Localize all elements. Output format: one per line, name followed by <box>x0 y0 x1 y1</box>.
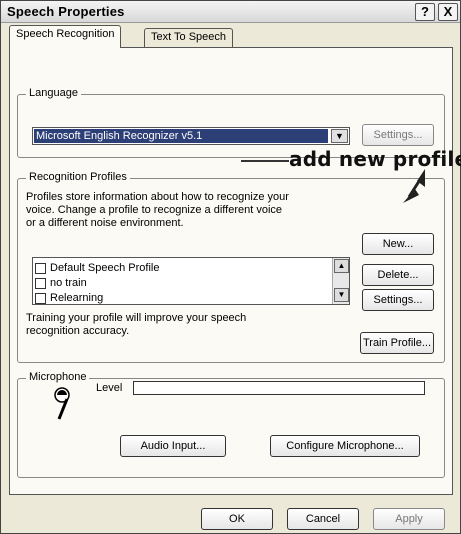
speech-properties-dialog: Speech Properties ? X Speech Recognition… <box>0 0 461 534</box>
microphone-icon <box>54 387 70 420</box>
cancel-button[interactable]: Cancel <box>287 508 359 530</box>
profile-checkbox[interactable] <box>35 292 46 304</box>
annotation-line <box>241 160 289 162</box>
profile-checkbox[interactable] <box>35 262 46 274</box>
tab-panel: Language Microsoft English Recognizer v5… <box>9 47 453 495</box>
apply-button[interactable]: Apply <box>373 508 445 530</box>
ok-button[interactable]: OK <box>201 508 273 530</box>
title-bar[interactable]: Speech Properties ? X <box>1 1 460 23</box>
configure-microphone-button[interactable]: Configure Microphone... <box>270 435 420 457</box>
annotation-label: add new profile <box>289 147 461 171</box>
new-profile-button[interactable]: New... <box>362 233 434 255</box>
microphone-group-label: Microphone <box>26 371 90 383</box>
help-button[interactable]: ? <box>415 3 435 21</box>
selected-engine: Microsoft English Recognizer v5.1 <box>34 129 328 143</box>
level-label: Level <box>96 382 123 394</box>
help-icon: ? <box>421 4 429 19</box>
list-item[interactable]: Default Speech Profile <box>35 261 325 276</box>
profile-settings-button[interactable]: Settings... <box>362 289 434 311</box>
microphone-level-meter <box>133 381 425 395</box>
profiles-description: Profiles store information about how to … <box>26 191 289 229</box>
recognition-profiles-group: Recognition Profiles Profiles store info… <box>17 171 445 363</box>
close-icon: X <box>443 4 453 19</box>
delete-profile-button[interactable]: Delete... <box>362 264 434 286</box>
profile-checkbox[interactable] <box>35 277 46 289</box>
list-item[interactable]: Relearning <box>35 291 325 304</box>
profiles-group-label: Recognition Profiles <box>26 171 130 183</box>
window-title: Speech Properties <box>7 4 125 19</box>
scroll-up-icon[interactable]: ▲ <box>334 259 349 273</box>
language-group-label: Language <box>26 87 81 99</box>
chevron-down-icon[interactable]: ▼ <box>331 129 348 143</box>
scroll-down-icon[interactable]: ▼ <box>334 288 349 302</box>
tab-text-to-speech[interactable]: Text To Speech <box>144 28 234 48</box>
language-engine-select[interactable]: Microsoft English Recognizer v5.1 ▼ <box>32 127 350 145</box>
close-button[interactable]: X <box>438 3 458 21</box>
profiles-list[interactable]: Default Speech Profile no train Relearni… <box>32 257 350 305</box>
profiles-scrollbar[interactable]: ▲ ▼ <box>332 258 349 304</box>
audio-input-button[interactable]: Audio Input... <box>120 435 226 457</box>
training-description: Training your profile will improve your … <box>26 312 247 337</box>
arrow-down-right-icon <box>403 169 425 203</box>
tab-speech-recognition[interactable]: Speech Recognition <box>9 25 122 48</box>
list-item[interactable]: no train <box>35 276 325 291</box>
train-profile-button[interactable]: Train Profile... <box>360 332 434 354</box>
language-settings-button[interactable]: Settings... <box>362 124 434 146</box>
